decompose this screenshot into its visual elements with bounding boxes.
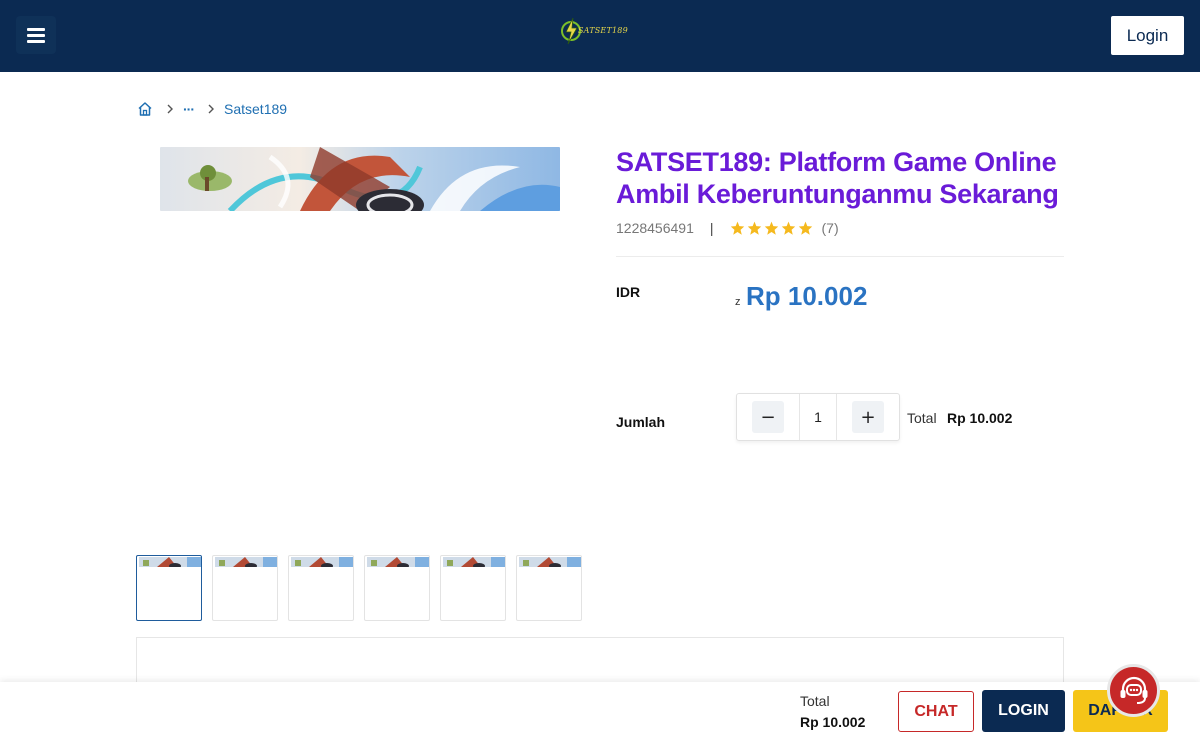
product-price: Rp 10.002 — [746, 281, 868, 311]
quantity-stepper: − 1 + — [736, 393, 900, 441]
quantity-input[interactable]: 1 — [799, 394, 837, 440]
breadcrumb-current[interactable]: Satset189 — [224, 101, 287, 117]
chevron-right-icon — [166, 104, 174, 114]
rating-stars — [730, 221, 813, 235]
live-support-button[interactable] — [1107, 664, 1160, 717]
login-button[interactable]: Login — [1111, 16, 1184, 55]
chevron-right-icon — [207, 104, 215, 114]
currency-label: IDR — [616, 284, 641, 300]
headset-chat-icon — [1120, 676, 1147, 704]
decrement-button[interactable]: − — [752, 401, 784, 433]
product-meta: 1228456491 | (7) — [616, 220, 839, 236]
thumbnail-2[interactable] — [212, 555, 278, 621]
total-value: Rp 10.002 — [947, 410, 1013, 426]
star-icon — [747, 221, 761, 235]
product-main-image[interactable] — [160, 147, 560, 211]
star-icon — [798, 221, 812, 235]
thumbnail-5[interactable] — [440, 555, 506, 621]
increment-button[interactable]: + — [852, 401, 884, 433]
star-icon — [764, 221, 778, 235]
logo-wordmark: SATSET189 — [578, 26, 628, 35]
thumbnail-3[interactable] — [288, 555, 354, 621]
product-sku: 1228456491 — [616, 220, 694, 236]
bottom-total-value: Rp 10.002 — [800, 714, 866, 730]
login-bottom-button[interactable]: LOGIN — [982, 690, 1065, 732]
home-icon[interactable] — [137, 101, 153, 117]
hamburger-icon — [27, 27, 45, 43]
breadcrumb-ellipsis[interactable]: ··· — [183, 101, 195, 117]
thumbnail-4[interactable] — [364, 555, 430, 621]
divider — [616, 256, 1064, 257]
total-label: Total — [907, 410, 937, 426]
bottom-total-label: Total — [800, 693, 830, 709]
price-prefix: z — [735, 296, 741, 308]
breadcrumb: ··· Satset189 — [137, 99, 287, 119]
bottom-action-bar: Total Rp 10.002 CHAT LOGIN DAFTAR — [0, 682, 1200, 740]
thumbnail-gallery — [136, 555, 582, 621]
chat-button[interactable]: CHAT — [898, 691, 974, 732]
meta-separator: | — [709, 220, 714, 236]
thumbnail-1[interactable] — [136, 555, 202, 621]
star-icon — [730, 221, 744, 235]
quantity-label: Jumlah — [616, 414, 666, 430]
product-title: SATSET189: Platform Game Online Ambil Ke… — [616, 147, 1059, 209]
hamburger-menu-button[interactable] — [16, 16, 56, 54]
star-icon — [781, 221, 795, 235]
thumbnail-6[interactable] — [516, 555, 582, 621]
top-navbar: SATSET189 Login — [0, 0, 1200, 72]
review-count[interactable]: (7) — [822, 220, 839, 236]
site-logo[interactable]: SATSET189 — [560, 16, 628, 46]
